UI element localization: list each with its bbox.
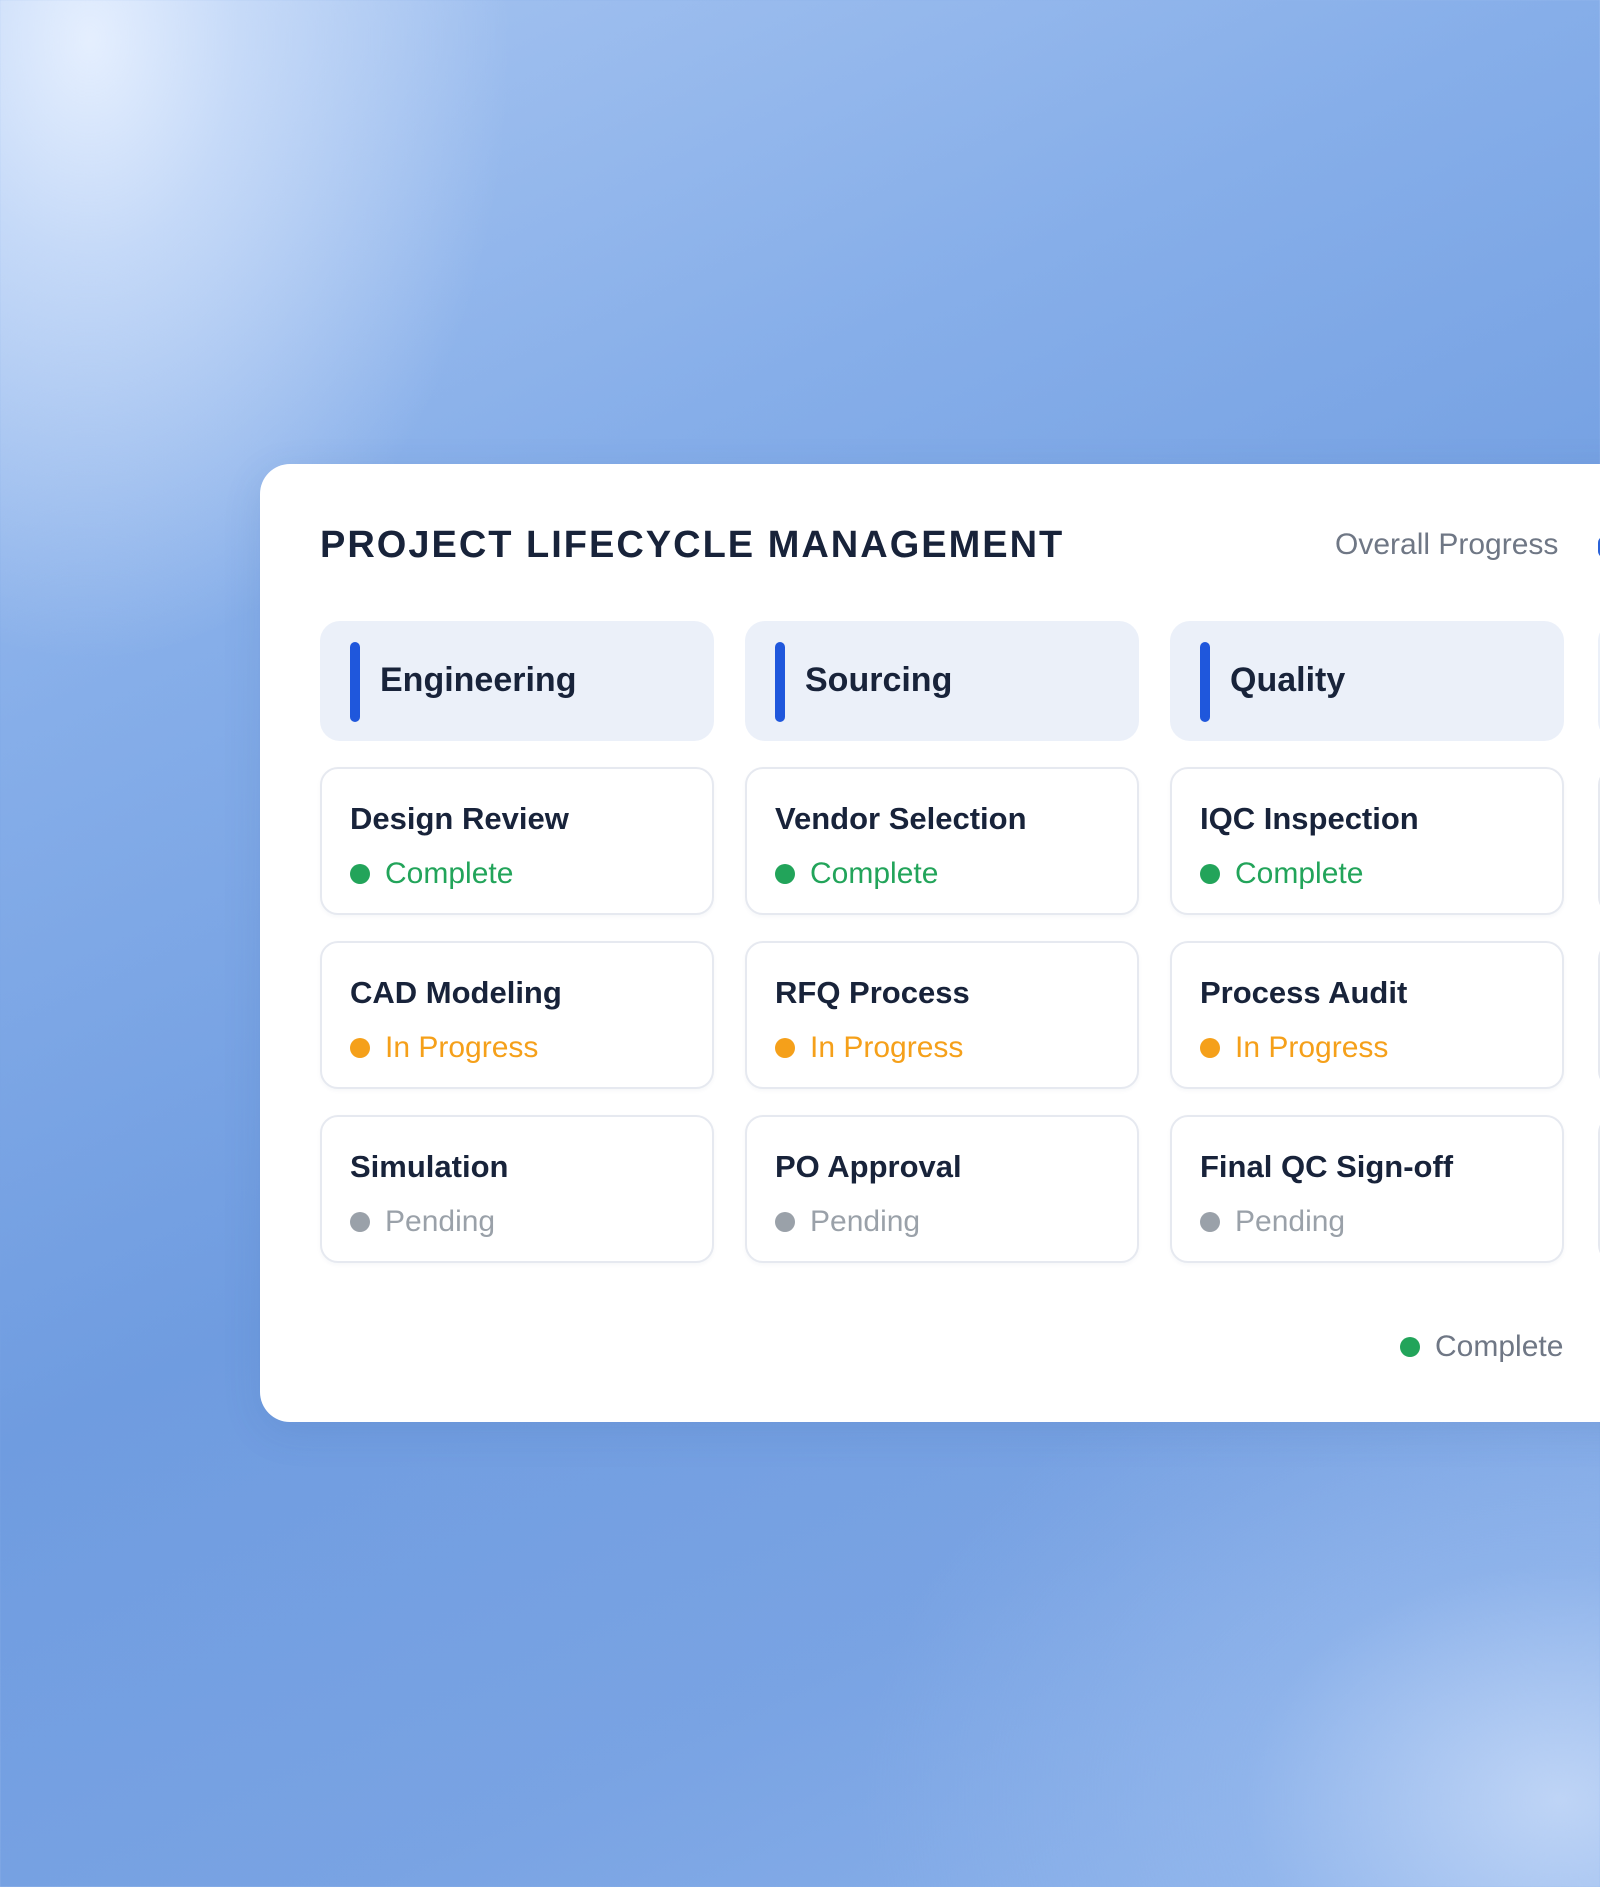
task-status: Complete <box>350 857 513 891</box>
status-label: In Progress <box>385 1031 539 1064</box>
column-title: Sourcing <box>805 661 953 699</box>
column-sourcing: Sourcing Vendor Selection Complete RFQ P… <box>745 621 1139 1263</box>
status-dot-icon <box>350 864 370 884</box>
status-dot-icon <box>775 1212 795 1232</box>
task-title: Design Review <box>350 801 569 836</box>
status-label: Pending <box>385 1205 496 1238</box>
status-label: Complete <box>385 857 514 890</box>
column-header-engineering[interactable]: Engineering <box>320 621 714 741</box>
task-status: Complete <box>775 857 938 891</box>
task-title: Simulation <box>350 1149 509 1184</box>
task-card-simulation[interactable]: Simulation Pending <box>320 1115 714 1263</box>
status-legend: Complete <box>1400 1330 1563 1364</box>
task-card-cad-modeling[interactable]: CAD Modeling In Progress <box>320 941 714 1089</box>
task-title: Final QC Sign-off <box>1200 1149 1454 1184</box>
status-dot-icon <box>1200 1212 1220 1232</box>
column-accent-bar <box>350 642 360 722</box>
task-status: In Progress <box>1200 1031 1388 1065</box>
task-status: Pending <box>1200 1205 1345 1239</box>
column-quality: Quality IQC Inspection Complete Process … <box>1170 621 1564 1263</box>
task-card-final-qc-sign-off[interactable]: Final QC Sign-off Pending <box>1170 1115 1564 1263</box>
status-dot-icon <box>775 1038 795 1058</box>
task-card-process-audit[interactable]: Process Audit In Progress <box>1170 941 1564 1089</box>
status-dot-icon <box>775 864 795 884</box>
status-label: In Progress <box>1235 1031 1389 1064</box>
column-engineering: Engineering Design Review Complete CAD M… <box>320 621 714 1263</box>
task-title: IQC Inspection <box>1200 801 1419 836</box>
status-dot-icon <box>350 1212 370 1232</box>
status-label: Pending <box>1235 1205 1346 1238</box>
project-lifecycle-panel: PROJECT LIFECYCLE MANAGEMENT Overall Pro… <box>260 464 1600 1422</box>
status-label: In Progress <box>810 1031 964 1064</box>
task-card-vendor-selection[interactable]: Vendor Selection Complete <box>745 767 1139 915</box>
task-card-rfq-process[interactable]: RFQ Process In Progress <box>745 941 1139 1089</box>
column-title: Quality <box>1230 661 1346 699</box>
task-status: Pending <box>775 1205 920 1239</box>
task-status: Complete <box>1200 857 1363 891</box>
task-title: RFQ Process <box>775 975 970 1010</box>
column-title: Engineering <box>380 661 577 699</box>
status-dot-icon <box>1200 1038 1220 1058</box>
legend-complete-label: Complete <box>1435 1330 1564 1363</box>
column-accent-bar <box>1200 642 1210 722</box>
task-card-iqc-inspection[interactable]: IQC Inspection Complete <box>1170 767 1564 915</box>
column-header-sourcing[interactable]: Sourcing <box>745 621 1139 741</box>
status-dot-icon <box>350 1038 370 1058</box>
status-label: Pending <box>810 1205 921 1238</box>
task-title: Vendor Selection <box>775 801 1027 836</box>
status-label: Complete <box>810 857 939 890</box>
status-label: Complete <box>1235 857 1364 890</box>
column-accent-bar <box>775 642 785 722</box>
task-title: PO Approval <box>775 1149 962 1184</box>
task-card-po-approval[interactable]: PO Approval Pending <box>745 1115 1139 1263</box>
panel-title: PROJECT LIFECYCLE MANAGEMENT <box>320 524 1065 566</box>
column-header-quality[interactable]: Quality <box>1170 621 1564 741</box>
task-card-design-review[interactable]: Design Review Complete <box>320 767 714 915</box>
task-status: Pending <box>350 1205 495 1239</box>
status-dot-icon <box>1200 864 1220 884</box>
overall-progress-label: Overall Progress <box>1335 528 1559 561</box>
task-status: In Progress <box>775 1031 963 1065</box>
task-title: Process Audit <box>1200 975 1408 1010</box>
legend-complete-dot-icon <box>1400 1337 1420 1357</box>
task-status: In Progress <box>350 1031 538 1065</box>
task-title: CAD Modeling <box>350 975 562 1010</box>
